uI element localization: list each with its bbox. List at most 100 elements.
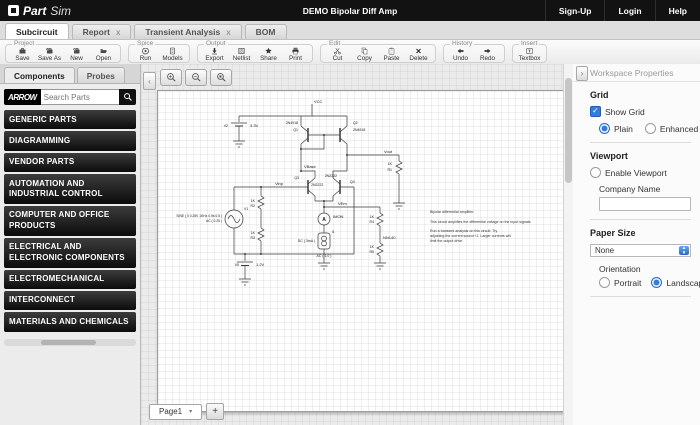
collapse-properties-button[interactable]: › xyxy=(576,66,588,81)
zoom-out-button[interactable] xyxy=(185,69,207,86)
plain-label: Plain xyxy=(614,124,633,134)
textbox-button[interactable]: Textbox xyxy=(516,47,543,62)
tab-subcircuit[interactable]: Subcircuit xyxy=(5,23,69,39)
copy-button[interactable]: Copy xyxy=(351,47,378,62)
tab-components[interactable]: Components xyxy=(4,67,75,83)
group-label: History xyxy=(450,41,474,48)
net-label-imon: IMON xyxy=(333,214,344,219)
sidebar-category-automation[interactable]: AUTOMATION AND INDUSTRIAL CONTROL xyxy=(4,174,136,204)
scroll-thumb[interactable] xyxy=(41,340,96,345)
signup-button[interactable]: Sign-Up xyxy=(545,0,605,21)
save-icon xyxy=(17,47,28,55)
paper-size-select[interactable]: None ▲▼ xyxy=(590,244,691,257)
paste-button[interactable]: Paste xyxy=(378,47,405,62)
page-tab-page1[interactable]: Page1 ▾ xyxy=(149,404,202,420)
partsim-logo-icon xyxy=(8,5,19,16)
login-button[interactable]: Login xyxy=(604,0,654,21)
run-button[interactable]: Run xyxy=(132,47,159,62)
model-label-q1: 2N4918 xyxy=(286,121,298,125)
portrait-radio[interactable] xyxy=(599,277,610,288)
paper-size-heading: Paper Size xyxy=(590,228,691,238)
redo-button[interactable]: Redo xyxy=(474,47,501,62)
enable-viewport-label: Enable Viewport xyxy=(605,168,667,178)
enable-viewport-radio[interactable] xyxy=(590,167,601,178)
add-page-button[interactable]: + xyxy=(206,403,224,420)
tab-probes[interactable]: Probes xyxy=(77,67,125,83)
show-grid-checkbox[interactable]: ✓ xyxy=(590,106,601,117)
export-button[interactable]: Export xyxy=(201,47,228,62)
cut-button[interactable]: Cut xyxy=(324,47,351,62)
part-label-r1: R1 xyxy=(388,168,393,172)
landscape-radio[interactable] xyxy=(651,277,662,288)
share-button[interactable]: Share xyxy=(255,47,282,62)
part-label-q1: Q1 xyxy=(293,128,298,132)
search-input[interactable] xyxy=(41,89,119,105)
netlist-button[interactable]: Netlist xyxy=(228,47,255,62)
close-icon[interactable]: x xyxy=(226,28,230,37)
new-button[interactable]: New xyxy=(63,47,90,62)
sidebar-category-electrical[interactable]: ELECTRICAL AND ELECTRONIC COMPONENTS xyxy=(4,238,136,268)
sidebar-category-vendor-parts[interactable]: VENDOR PARTS xyxy=(4,153,136,172)
open-icon xyxy=(98,47,109,55)
delete-button[interactable]: Delete xyxy=(405,47,432,62)
model-label-q2: 2N4918 xyxy=(353,128,365,132)
close-icon[interactable]: x xyxy=(116,28,120,37)
button-label: Delete xyxy=(409,55,427,62)
plain-radio[interactable] xyxy=(599,123,610,134)
sidebar-category-generic-parts[interactable]: GENERIC PARTS xyxy=(4,110,136,129)
sidebar-category-materials[interactable]: MATERIALS AND CHEMICALS xyxy=(4,312,136,331)
grid-style-row: Plain Enhanced xyxy=(599,123,691,134)
collapse-sidebar-button[interactable]: ‹ xyxy=(143,72,156,90)
resistor-r5[interactable] xyxy=(377,243,383,256)
open-button[interactable]: Open xyxy=(90,47,117,62)
tab-report[interactable]: Reportx xyxy=(72,24,132,39)
canvas-vscrollbar[interactable] xyxy=(563,64,573,425)
tab-bom[interactable]: BOM xyxy=(245,24,287,39)
select-arrows-icon: ▲▼ xyxy=(679,246,689,255)
company-name-input[interactable] xyxy=(599,197,691,211)
workspace-properties-panel: › Workspace Properties Grid ✓ Show Grid … xyxy=(573,64,700,425)
help-button[interactable]: Help xyxy=(655,0,700,21)
search-button[interactable] xyxy=(119,89,136,105)
tab-label: Transient Analysis xyxy=(145,27,220,37)
button-label: Run xyxy=(140,55,152,62)
sidebar-category-electromechanical[interactable]: ELECTROMECHANICAL xyxy=(4,270,136,289)
new-icon xyxy=(71,47,82,55)
save-as-button[interactable]: Save As xyxy=(36,47,63,62)
sidebar-category-diagramming[interactable]: DIAGRAMMING xyxy=(4,131,136,150)
sidebar-category-interconnect[interactable]: INTERCONNECT xyxy=(4,291,136,310)
models-button[interactable]: Models xyxy=(159,47,186,62)
button-label: Undo xyxy=(453,55,468,62)
resistor-r2[interactable] xyxy=(258,196,264,209)
scroll-thumb[interactable] xyxy=(565,78,572,183)
zoom-fit-button[interactable] xyxy=(210,69,232,86)
button-label: Save xyxy=(15,55,29,62)
schematic-canvas[interactable]: ‹ xyxy=(141,64,563,425)
run-icon xyxy=(140,47,151,55)
part-label-v5: V5 xyxy=(235,263,239,267)
zoom-in-button[interactable] xyxy=(160,69,182,86)
resistor-r1[interactable] xyxy=(396,161,402,174)
value-label-r4: 1K xyxy=(370,215,375,219)
ac-label-i1: AC ( 1.0 ) xyxy=(317,254,332,258)
annotation-line: This circuit amplifies the differential … xyxy=(430,220,531,224)
enhanced-radio[interactable] xyxy=(645,123,656,134)
schematic-page[interactable]: VCC V2 3.3V 2N4918 Q1 Q2 2N4918 VBase Q3… xyxy=(157,90,563,412)
part-label-r2: R2 xyxy=(251,204,256,208)
sidebar-category-computer-office[interactable]: COMPUTER AND OFFICE PRODUCTS xyxy=(4,206,136,236)
ac-spec-v1: AC ( 0.25 ) xyxy=(206,219,222,223)
save-button[interactable]: Save xyxy=(9,47,36,62)
tab-transient-analysis[interactable]: Transient Analysis x xyxy=(134,24,241,39)
battery-short-plates xyxy=(235,126,249,266)
net-label-vbase: VBase xyxy=(304,164,317,169)
resistor-r4[interactable] xyxy=(377,213,383,226)
net-label-vem: VEm xyxy=(338,201,347,206)
partsim-logo[interactable]: PartSim xyxy=(0,4,79,18)
zoom-in-icon xyxy=(166,72,177,83)
undo-button[interactable]: Undo xyxy=(447,47,474,62)
sidebar-hscrollbar[interactable] xyxy=(4,339,136,346)
show-grid-label: Show Grid xyxy=(605,107,645,117)
group-label: Edit xyxy=(327,41,342,48)
print-button[interactable]: Print xyxy=(282,47,309,62)
resistor-r3[interactable] xyxy=(258,228,264,241)
